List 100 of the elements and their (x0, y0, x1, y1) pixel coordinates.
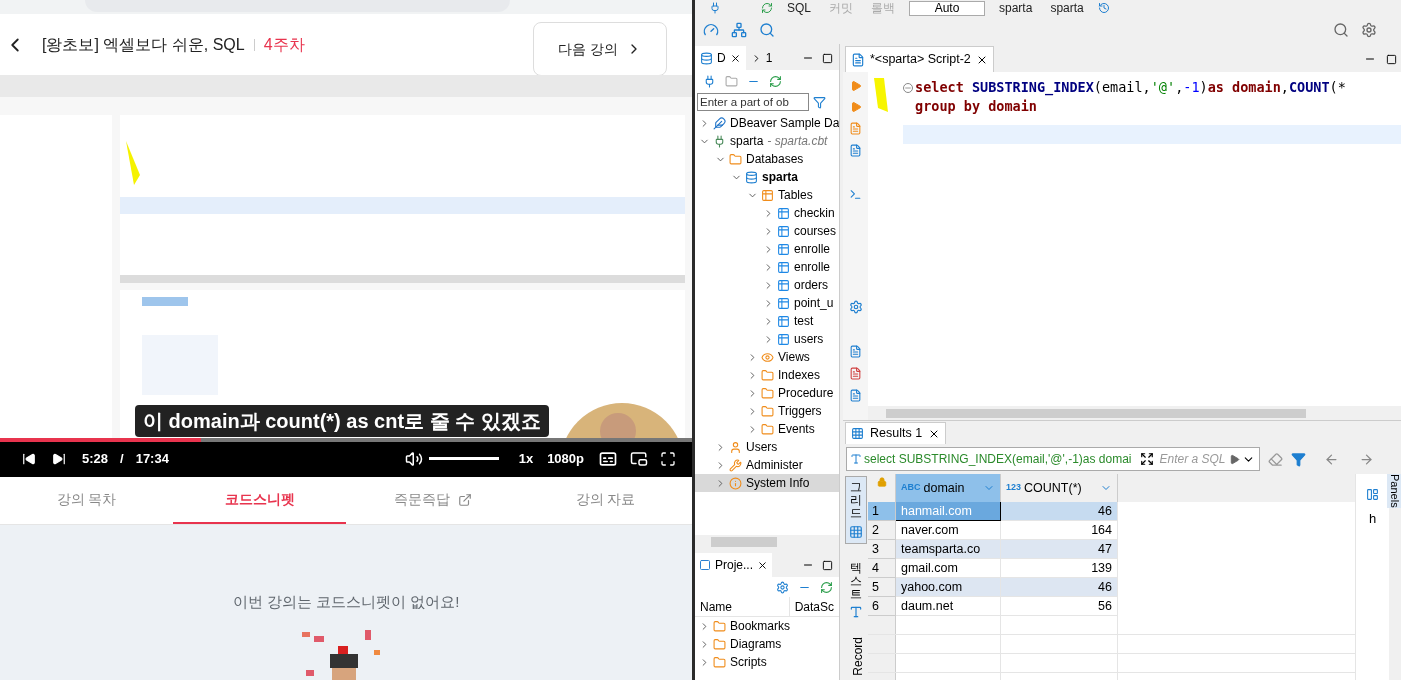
tree-item[interactable]: enrolle (695, 258, 839, 276)
volume-slider[interactable] (428, 457, 499, 460)
tree-item[interactable]: Procedure (695, 384, 839, 402)
settings-icon[interactable] (1361, 22, 1377, 38)
tree-item[interactable]: Triggers (695, 402, 839, 420)
lecture-tab[interactable]: 강의 자료 (519, 477, 692, 524)
time-separator: / (120, 449, 124, 468)
tree-item[interactable]: sparta (695, 168, 839, 186)
horizontal-scrollbar[interactable] (868, 406, 1401, 420)
plug-icon (713, 134, 726, 148)
quality-button[interactable]: 1080p (547, 448, 584, 469)
plug-icon[interactable] (709, 2, 721, 14)
view-tab[interactable]: D (695, 46, 746, 70)
table-row[interactable]: 4 gmail.com 139 (868, 559, 1355, 578)
refresh-icon[interactable] (761, 2, 773, 14)
tree-item[interactable]: Indexes (695, 366, 839, 384)
settings-icon[interactable] (776, 580, 789, 594)
table-icon (777, 278, 790, 292)
document-icon[interactable] (849, 367, 862, 380)
view-tab[interactable]: Proje... (695, 553, 772, 577)
tree-item[interactable]: checkin (695, 204, 839, 222)
picture-in-picture-icon[interactable] (630, 449, 648, 468)
maximize-icon[interactable] (822, 560, 833, 571)
document-icon[interactable] (849, 389, 862, 402)
terminal-icon[interactable] (849, 188, 862, 201)
table-row[interactable]: 5 yahoo.com 46 (868, 578, 1355, 597)
transaction-mode-field[interactable]: Auto (909, 0, 985, 16)
side-tab[interactable]: 그리드 (844, 476, 867, 544)
duration: 17:34 (135, 449, 169, 468)
play-icon[interactable] (1228, 453, 1240, 465)
tree-item[interactable]: point_u (695, 294, 839, 312)
tree-item[interactable]: Databases (695, 150, 839, 168)
network-icon[interactable] (731, 22, 747, 38)
plug-icon[interactable] (703, 74, 716, 88)
close-icon[interactable] (729, 52, 741, 64)
table-cell: 46 (1001, 578, 1118, 597)
settings-icon[interactable] (848, 300, 863, 314)
search-icon[interactable] (759, 22, 775, 38)
sync-icon[interactable] (769, 74, 782, 88)
forward-icon[interactable] (1359, 451, 1374, 467)
search-icon[interactable] (1333, 22, 1349, 38)
lecture-tab[interactable]: 즉문즉답 (346, 477, 519, 524)
folder-icon[interactable] (725, 74, 738, 88)
tree-item[interactable]: orders (695, 276, 839, 294)
progress-track[interactable] (0, 438, 692, 442)
script-icon[interactable] (849, 122, 862, 135)
table-row[interactable]: 3 teamsparta.co 47 (868, 540, 1355, 559)
maximize-icon[interactable] (822, 53, 833, 64)
filter-field[interactable]: Enter a part of ob (697, 93, 809, 111)
document-icon[interactable] (849, 345, 862, 358)
tree-item[interactable]: courses (695, 222, 839, 240)
tree-item[interactable]: Administer (695, 456, 839, 474)
maximize-icon[interactable] (1386, 54, 1397, 65)
table-icon (777, 224, 790, 238)
tree-item[interactable]: test (695, 312, 839, 330)
tree-item[interactable]: Tables (695, 186, 839, 204)
tree-item[interactable]: System Info (695, 474, 839, 492)
tree-item[interactable]: sparta - sparta.cbt (695, 132, 839, 150)
tree-item[interactable]: Diagrams (695, 635, 839, 653)
tree-item[interactable]: enrolle (695, 240, 839, 258)
table-cell: hanmail.com (896, 502, 1001, 521)
tree-item[interactable]: Users (695, 438, 839, 456)
results-tab[interactable]: Results 1 (845, 422, 947, 444)
sync-icon[interactable] (820, 580, 833, 594)
tree-item[interactable]: Views (695, 348, 839, 366)
close-icon[interactable] (757, 559, 768, 571)
eraser-icon[interactable] (1268, 451, 1283, 467)
previous-icon[interactable] (22, 451, 36, 466)
tree-item[interactable]: Scripts (695, 653, 839, 671)
tree-item[interactable]: Events (695, 420, 839, 438)
tree-item[interactable]: Bookmarks (695, 617, 839, 635)
speed-button[interactable]: 1x (518, 448, 534, 469)
side-tab[interactable]: 텍스트 (844, 557, 867, 624)
history-icon[interactable] (1097, 2, 1110, 14)
fullscreen-icon[interactable] (660, 450, 676, 467)
expand-icon[interactable] (1139, 452, 1154, 466)
table-row[interactable]: 2 naver.com 164 (868, 521, 1355, 540)
table-row[interactable]: 6 daum.net 56 (868, 597, 1355, 616)
horizontal-scrollbar[interactable] (695, 535, 839, 549)
lecture-tab[interactable]: 강의 목차 (0, 477, 173, 524)
table-row[interactable]: 1 hanmail.com 46 (868, 502, 1355, 521)
gauge-icon[interactable] (703, 22, 719, 38)
filter-icon[interactable] (813, 95, 826, 109)
side-tab[interactable]: Record (844, 637, 867, 676)
editor-tab[interactable]: *<sparta> Script-2 (845, 46, 994, 72)
document-icon[interactable] (849, 144, 862, 157)
tree-item[interactable]: users (695, 330, 839, 348)
grid-icon (851, 427, 864, 440)
column-header[interactable]: ABC domain (896, 474, 1001, 502)
column-header[interactable]: Name (695, 597, 790, 616)
feather-icon (713, 116, 726, 130)
column-header[interactable]: DataSc (789, 597, 839, 616)
toolbar-button[interactable]: sparta (1046, 0, 1088, 16)
filter-bar[interactable]: select SUBSTRING_INDEX(email,'@',-1)as domai Enter a SQL (846, 447, 1260, 471)
toolbar-button[interactable]: sparta (995, 0, 1037, 16)
tree-item[interactable]: DBeaver Sample Da (695, 114, 839, 132)
filter-icon[interactable] (1291, 451, 1306, 467)
toolbar-button[interactable]: SQL (783, 0, 815, 16)
volume-icon[interactable] (404, 449, 423, 468)
next-icon[interactable] (52, 451, 66, 466)
